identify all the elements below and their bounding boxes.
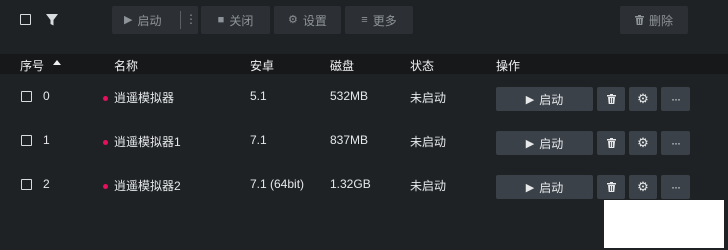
play-icon: ▶ — [525, 137, 535, 150]
status-dot — [103, 96, 108, 101]
table-row[interactable]: 1 逍遥模拟器1 7.1 837MB 未启动 ▶ 启动 ⚙ ··· — [0, 119, 728, 163]
more-button[interactable]: ≡ 更多 — [345, 6, 413, 34]
close-button[interactable]: ■ 关闭 — [201, 6, 270, 34]
table-row[interactable]: 0 逍遥模拟器 5.1 532MB 未启动 ▶ 启动 ⚙ ··· — [0, 75, 728, 119]
disk-size: 837MB — [330, 133, 369, 147]
trash-icon — [606, 94, 616, 104]
android-version: 7.1 — [250, 133, 267, 147]
settings-button[interactable]: ⚙ 设置 — [274, 6, 341, 34]
disk-size: 1.32GB — [330, 177, 371, 191]
dots-icon: ··· — [671, 92, 681, 106]
blank-panel — [604, 200, 724, 248]
start-label: 启动 — [539, 92, 564, 107]
row-checkbox[interactable] — [21, 91, 32, 102]
emulator-name: 逍遥模拟器 — [114, 91, 175, 105]
settings-label: 设置 — [302, 13, 327, 28]
select-all-checkbox[interactable] — [20, 14, 31, 25]
settings-row-button[interactable]: ⚙ — [629, 131, 657, 155]
column-header-status: 状态 — [410, 59, 435, 73]
column-header-name: 名称 — [114, 59, 139, 73]
gear-icon: ⚙ — [637, 179, 649, 194]
emulator-name: 逍遥模拟器2 — [114, 179, 181, 193]
menu-icon: ≡ — [361, 13, 368, 26]
status-text: 未启动 — [410, 179, 447, 193]
android-version: 5.1 — [250, 89, 267, 103]
filter-icon[interactable] — [45, 13, 59, 27]
table-header — [0, 54, 728, 74]
play-icon: ▶ — [525, 93, 535, 106]
dots-icon: ··· — [671, 180, 681, 194]
start-button[interactable]: ▶ 启动 — [496, 87, 593, 111]
trash-icon — [606, 182, 616, 192]
dots-icon: ··· — [671, 136, 681, 150]
divider — [180, 11, 181, 29]
trash-icon — [606, 138, 616, 148]
row-index: 2 — [43, 177, 50, 191]
play-icon: ▶ — [525, 181, 535, 194]
gear-icon: ⚙ — [637, 91, 649, 106]
status-text: 未启动 — [410, 135, 447, 149]
row-index: 1 — [43, 133, 50, 147]
status-dot — [103, 184, 108, 189]
more-row-button[interactable]: ··· — [661, 131, 690, 155]
more-row-button[interactable]: ··· — [661, 175, 690, 199]
column-header-actions: 操作 — [496, 59, 521, 73]
start-label: 启动 — [539, 180, 564, 195]
more-label: 更多 — [372, 13, 397, 28]
sort-asc-icon[interactable] — [53, 60, 61, 65]
settings-row-button[interactable]: ⚙ — [629, 175, 657, 199]
column-header-index[interactable]: 序号 — [20, 57, 44, 74]
row-checkbox[interactable] — [21, 179, 32, 190]
settings-row-button[interactable]: ⚙ — [629, 87, 657, 111]
column-header-disk: 磁盘 — [330, 59, 355, 73]
column-header-android: 安卓 — [250, 59, 275, 73]
gear-icon: ⚙ — [637, 135, 649, 150]
delete-row-button[interactable] — [597, 87, 625, 111]
start-button[interactable]: ▶ 启动 — [496, 175, 593, 199]
delete-row-button[interactable] — [597, 131, 625, 155]
delete-row-button[interactable] — [597, 175, 625, 199]
delete-label: 删除 — [648, 13, 673, 28]
start-label: 启动 — [137, 13, 162, 28]
close-label: 关闭 — [229, 13, 254, 28]
disk-size: 532MB — [330, 89, 369, 103]
play-icon: ▶ — [124, 13, 133, 26]
more-row-button[interactable]: ··· — [661, 87, 690, 111]
start-button[interactable]: ▶ 启动 — [496, 131, 593, 155]
delete-button[interactable]: 删除 — [620, 6, 688, 34]
row-checkbox[interactable] — [21, 135, 32, 146]
status-text: 未启动 — [410, 91, 447, 105]
start-all-button[interactable]: ▶ 启动 ⋮ — [112, 6, 198, 34]
row-index: 0 — [43, 89, 50, 103]
start-options-icon[interactable]: ⋮ — [185, 12, 197, 26]
gear-icon: ⚙ — [288, 13, 298, 26]
emulator-name: 逍遥模拟器1 — [114, 135, 181, 149]
status-dot — [103, 140, 108, 145]
trash-icon — [634, 15, 644, 25]
start-label: 启动 — [539, 136, 564, 151]
android-version: 7.1 (64bit) — [250, 177, 305, 191]
toolbar: ▶ 启动 ⋮ ■ 关闭 ⚙ 设置 ≡ 更多 删除 — [0, 0, 728, 42]
stop-icon: ■ — [217, 13, 225, 26]
